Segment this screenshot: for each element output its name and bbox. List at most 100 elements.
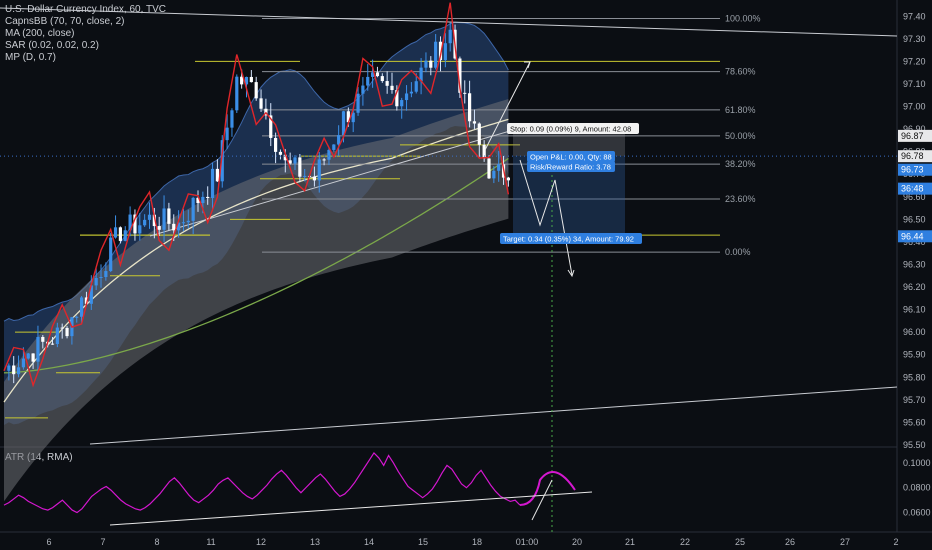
time-axis-tick: 6 <box>46 537 51 547</box>
candle-body <box>337 135 341 145</box>
price-axis-tick: 96.20 <box>903 282 926 292</box>
candle-body <box>201 196 205 204</box>
fib-level-label: 100.00% <box>725 14 761 24</box>
price-axis-tick: 96.50 <box>903 214 926 224</box>
price-tag: 36:48 <box>901 184 924 194</box>
candle-body <box>293 157 297 164</box>
time-axis-tick: 14 <box>364 537 374 547</box>
candle-body <box>404 93 409 101</box>
candle-body <box>322 159 326 161</box>
time-axis-tick: 7 <box>100 537 105 547</box>
risk-reward-label: Risk/Reward Ratio: 3.78 <box>530 163 611 172</box>
candle-body <box>75 316 79 318</box>
fib-level-label: 78.60% <box>725 67 756 77</box>
candle-body <box>366 76 370 86</box>
price-axis-tick: 95.80 <box>903 372 926 382</box>
candle-body <box>109 237 113 272</box>
candle-body <box>206 196 210 199</box>
candle-body <box>254 82 258 99</box>
time-axis-tick: 20 <box>572 537 582 547</box>
candle-body <box>99 277 103 279</box>
price-axis-tick: 97.20 <box>903 56 926 66</box>
candle-body <box>472 121 477 124</box>
candle-body <box>409 91 413 94</box>
candle-body <box>317 159 321 181</box>
candle-body <box>138 225 142 234</box>
candle-body <box>41 336 45 342</box>
candle-body <box>225 127 229 141</box>
candle-body <box>298 157 302 177</box>
candle-body <box>26 353 30 359</box>
candle-body <box>303 175 307 177</box>
candle-body <box>497 164 501 171</box>
target-label: Target: 0.34 (0.35%) 34, Amount: 79.92 <box>503 235 634 244</box>
candle-body <box>162 208 166 230</box>
price-chart[interactable]: 97.4097.3097.2097.1097.0096.9096.8096.70… <box>0 0 932 550</box>
price-axis-tick: 95.70 <box>903 395 926 405</box>
candle-body <box>186 220 190 223</box>
candle-body <box>12 365 16 375</box>
candle-body <box>235 76 239 111</box>
time-axis-tick: 8 <box>154 537 159 547</box>
price-axis-tick: 97.30 <box>903 34 926 44</box>
time-axis-tick: 26 <box>785 537 795 547</box>
candle-body <box>390 85 394 91</box>
open-pnl-label: Open P&L: 0.00, Qty: 88 <box>530 153 612 162</box>
candle-body <box>492 170 496 179</box>
candle-body <box>375 72 380 77</box>
candle-body <box>7 365 11 371</box>
candle-body <box>172 223 176 231</box>
stop-label: Stop: 0.09 (0.09%) 9, Amount: 42.08 <box>510 125 631 134</box>
candle-body <box>259 98 263 109</box>
candle-body <box>443 43 447 61</box>
candle-body <box>327 149 331 160</box>
atr-trendline <box>109 491 593 526</box>
candle-body <box>312 176 316 181</box>
candle-body <box>332 144 336 150</box>
fib-level-label: 61.80% <box>725 105 756 115</box>
price-tag: 96.73 <box>901 165 924 175</box>
candle-body <box>434 41 438 68</box>
candle-body <box>143 219 147 226</box>
candle-body <box>477 123 481 145</box>
candle-body <box>21 358 25 368</box>
price-axis-tick: 95.60 <box>903 417 926 427</box>
fib-level-label: 0.00% <box>725 247 751 257</box>
price-tag: 96.87 <box>901 131 924 141</box>
candle-body <box>215 168 219 182</box>
candle-body <box>506 177 510 181</box>
candle-body <box>380 76 384 82</box>
candle-body <box>210 168 215 199</box>
candle-body <box>36 336 40 362</box>
candle-body <box>361 85 365 94</box>
candle-body <box>448 29 452 44</box>
candle-body <box>487 158 491 179</box>
fib-level-label: 23.60% <box>725 194 756 204</box>
candle-body <box>400 100 404 107</box>
candle-body <box>65 327 69 337</box>
candle-body <box>191 197 195 221</box>
atr-axis-tick: 0.0600 <box>903 508 931 518</box>
candle-body <box>341 111 346 136</box>
time-axis-tick: 01:00 <box>516 537 539 547</box>
candle-body <box>356 93 360 113</box>
candle-body <box>113 227 118 238</box>
price-axis-tick: 96.30 <box>903 259 926 269</box>
candle-body <box>147 214 152 220</box>
price-tag: 96.44 <box>901 231 924 241</box>
candle-body <box>278 151 283 155</box>
price-axis-tick: 97.10 <box>903 79 926 89</box>
time-axis-tick: 25 <box>735 537 745 547</box>
candle-body <box>55 327 59 345</box>
price-axis-tick: 95.50 <box>903 440 926 450</box>
price-axis-tick: 97.00 <box>903 102 926 112</box>
candle-body <box>31 353 35 362</box>
atr-arrow <box>531 479 553 521</box>
candle-body <box>424 60 428 68</box>
candle-body <box>157 226 161 230</box>
trendline-lower <box>89 386 898 445</box>
atr-axis-tick: 0.0800 <box>903 483 931 493</box>
fib-level-label: 38.20% <box>725 159 756 169</box>
time-axis-tick: 11 <box>206 537 215 547</box>
candle-body <box>80 297 84 317</box>
